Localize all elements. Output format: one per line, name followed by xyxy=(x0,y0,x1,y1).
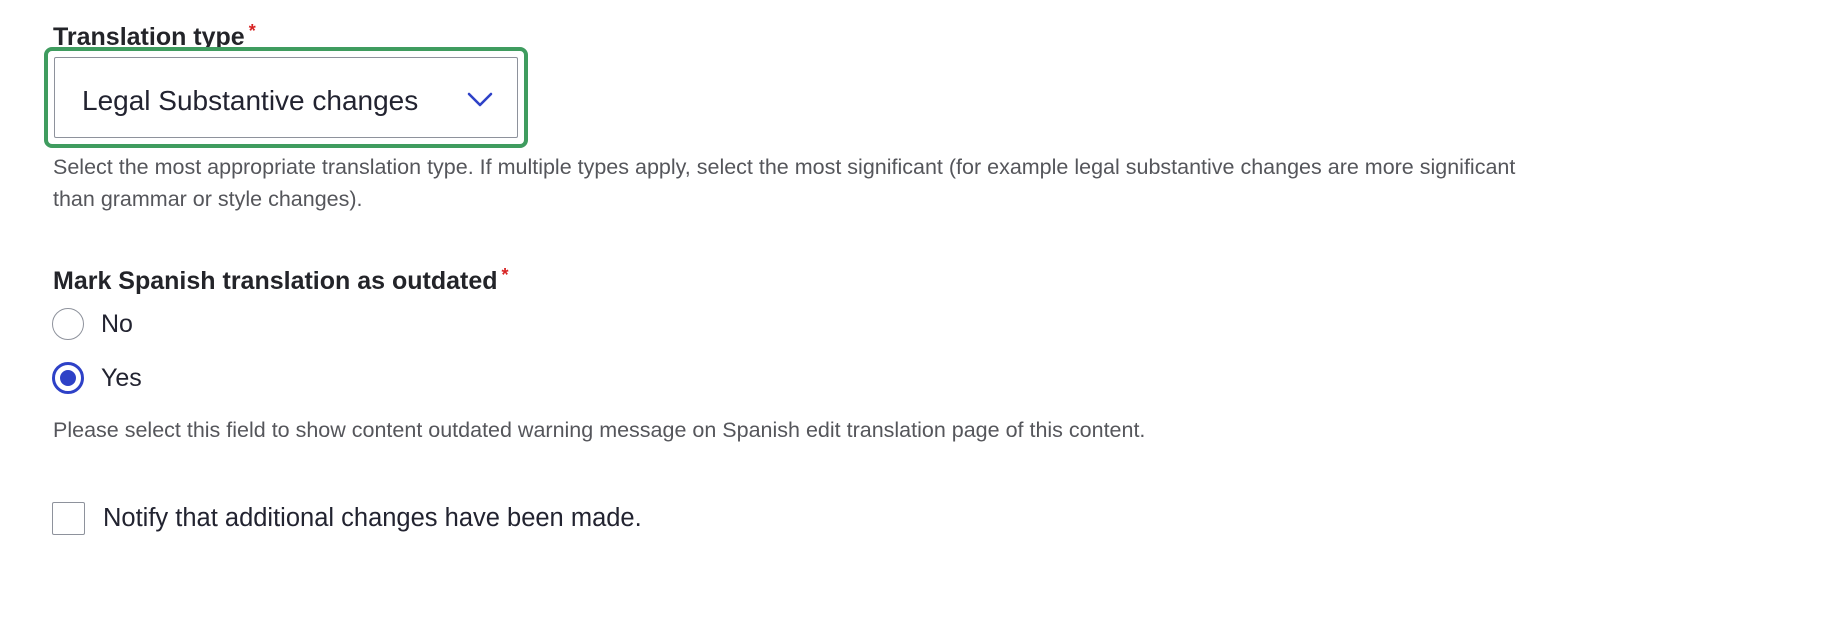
required-marker: * xyxy=(501,265,509,285)
radio-yes[interactable] xyxy=(52,362,84,394)
translation-type-description: Select the most appropriate translation … xyxy=(53,151,1793,215)
translation-type-select[interactable]: Legal Substantive changes xyxy=(54,57,518,138)
radio-yes-label: Yes xyxy=(101,364,142,392)
chevron-down-icon xyxy=(467,92,493,107)
translation-type-description-line1: Select the most appropriate translation … xyxy=(53,155,1516,179)
notify-checkbox-label: Notify that additional changes have been… xyxy=(103,504,642,532)
radio-option-no[interactable]: No xyxy=(52,306,133,342)
radio-no-label: No xyxy=(101,310,133,338)
radio-option-yes[interactable]: Yes xyxy=(52,360,142,396)
translation-type-selected-value: Legal Substantive changes xyxy=(82,85,419,116)
translation-type-description-line2: than grammar or style changes). xyxy=(53,187,363,211)
outdated-description: Please select this field to show content… xyxy=(53,418,1146,442)
required-marker: * xyxy=(248,21,256,41)
translation-form: Translation type * Legal Substantive chan… xyxy=(0,0,1830,642)
notify-checkbox[interactable] xyxy=(52,501,85,535)
notify-checkbox-row[interactable]: Notify that additional changes have been… xyxy=(52,501,642,535)
translation-type-focus-ring: Legal Substantive changes xyxy=(44,47,528,148)
outdated-label: Mark Spanish translation as outdated * xyxy=(53,260,509,296)
radio-no[interactable] xyxy=(52,308,84,340)
outdated-label-text: Mark Spanish translation as outdated xyxy=(53,267,498,295)
